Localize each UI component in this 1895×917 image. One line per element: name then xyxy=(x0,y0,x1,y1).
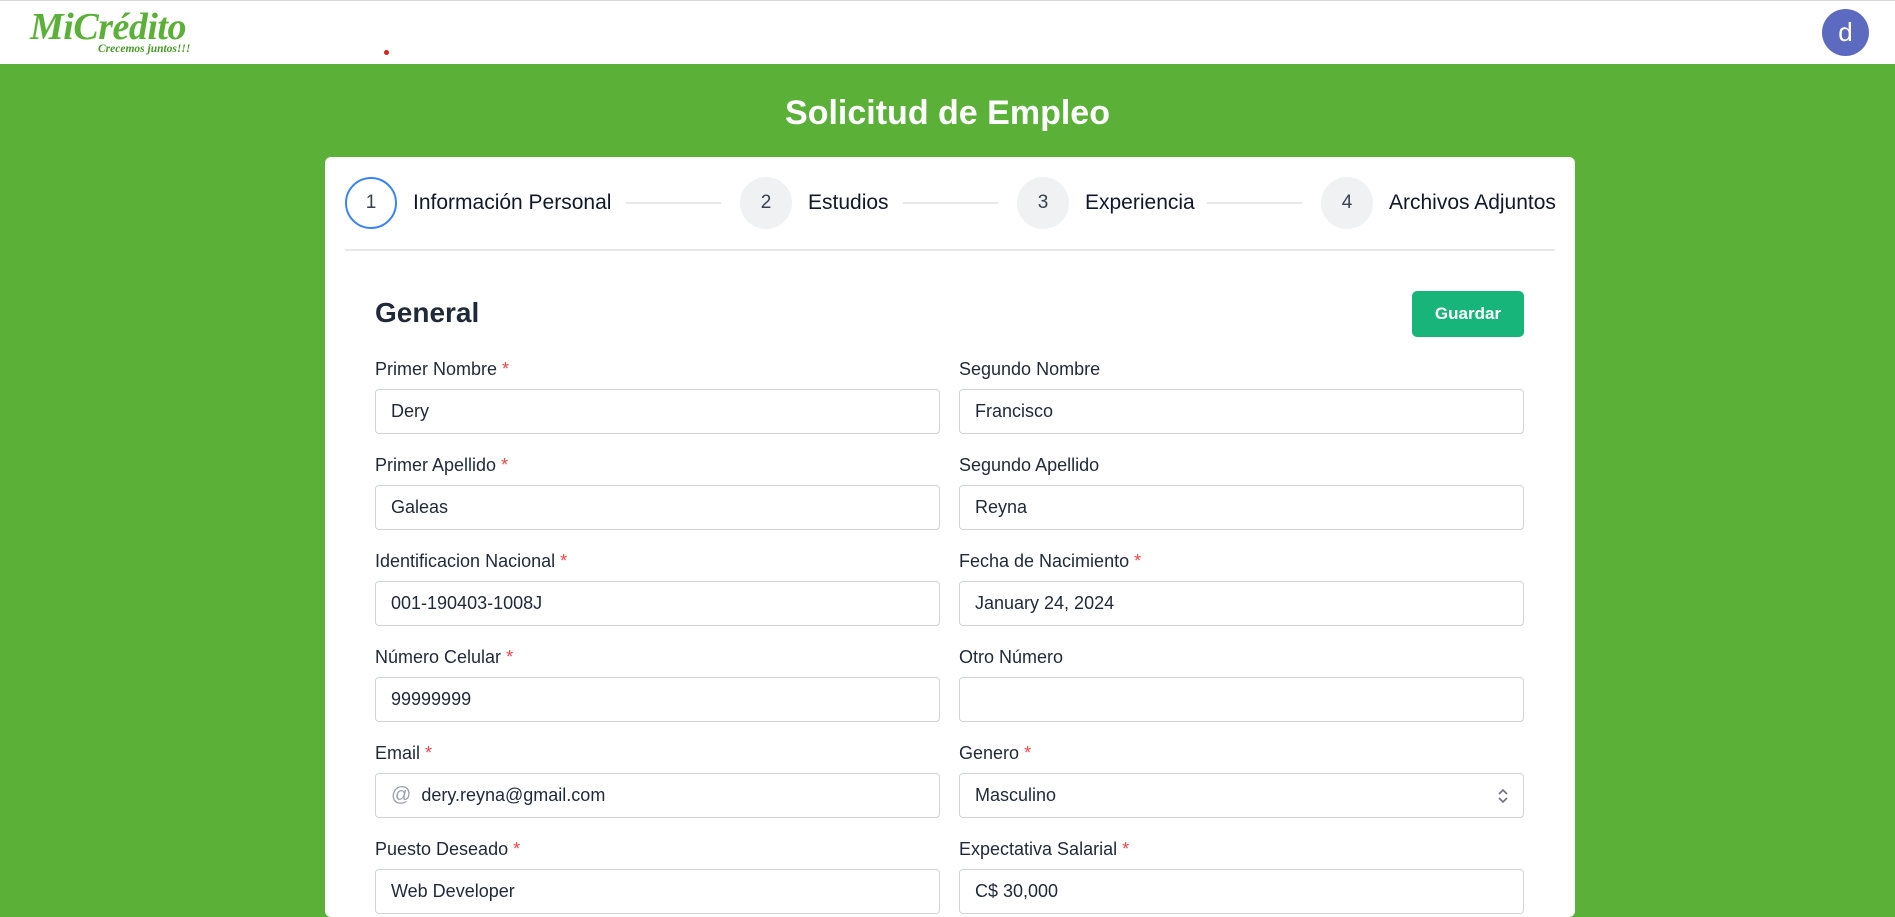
field-expectativa-salarial: Expectativa Salarial * C$ 30,000 xyxy=(959,839,1524,914)
otro-numero-input[interactable] xyxy=(959,677,1524,722)
stepper-divider xyxy=(345,249,1555,251)
field-identificacion: Identificacion Nacional * 001-190403-100… xyxy=(375,551,940,626)
field-numero-celular: Número Celular * 99999999 xyxy=(375,647,940,722)
field-label: Número Celular * xyxy=(375,647,514,667)
field-label: Puesto Deseado * xyxy=(375,839,521,859)
save-button[interactable]: Guardar xyxy=(1412,291,1524,337)
expectativa-salarial-input[interactable]: C$ 30,000 xyxy=(959,869,1524,914)
field-label: Identificacion Nacional * xyxy=(375,551,568,571)
logo-brand: MiCrédito xyxy=(30,6,186,48)
chevron-updown-icon xyxy=(1498,788,1508,804)
logo-tagline: Crecemos juntos!!! xyxy=(98,43,191,55)
field-label: Segundo Apellido xyxy=(959,455,1100,475)
puesto-deseado-input[interactable]: Web Developer xyxy=(375,869,940,914)
field-primer-nombre: Primer Nombre * Dery xyxy=(375,359,940,434)
field-genero: Genero * Masculino xyxy=(959,743,1524,818)
field-label: Email * xyxy=(375,743,433,763)
step-label: Experiencia xyxy=(1085,191,1195,214)
logo[interactable]: MiCrédito Crecemos juntos!!! xyxy=(30,7,220,59)
step-archivos-adjuntos[interactable]: 4 Archivos Adjuntos xyxy=(1321,177,1556,229)
field-label: Otro Número xyxy=(959,647,1064,667)
field-label: Genero * xyxy=(959,743,1032,763)
step-informacion-personal[interactable]: 1 Información Personal xyxy=(345,177,611,229)
segundo-nombre-input[interactable]: Francisco xyxy=(959,389,1524,434)
field-puesto-deseado: Puesto Deseado * Web Developer xyxy=(375,839,940,914)
numero-celular-input[interactable]: 99999999 xyxy=(375,677,940,722)
field-email: Email * @ dery.reyna@gmail.com xyxy=(375,743,940,818)
stepper: 1 Información Personal 2 Estudios 3 Expe… xyxy=(345,177,1556,229)
step-connector xyxy=(1207,202,1302,204)
field-label: Segundo Nombre xyxy=(959,359,1101,379)
page-title: Solicitud de Empleo xyxy=(785,94,1110,132)
section-title: General xyxy=(375,297,480,328)
top-navbar: MiCrédito Crecemos juntos!!! d xyxy=(0,0,1895,64)
step-number: 1 xyxy=(345,177,397,229)
genero-select[interactable]: Masculino xyxy=(959,773,1524,818)
field-primer-apellido: Primer Apellido * Galeas xyxy=(375,455,940,530)
step-experiencia[interactable]: 3 Experiencia xyxy=(1017,177,1195,229)
notification-dot xyxy=(384,50,389,55)
at-icon: @ xyxy=(391,784,412,806)
step-connector xyxy=(903,202,998,204)
step-label: Información Personal xyxy=(413,191,612,214)
field-label: Primer Apellido * xyxy=(375,455,509,475)
avatar[interactable]: d xyxy=(1822,9,1869,56)
primer-apellido-input[interactable]: Galeas xyxy=(375,485,940,530)
identificacion-input[interactable]: 001-190403-1008J xyxy=(375,581,940,626)
field-otro-numero: Otro Número xyxy=(959,647,1524,722)
field-label: Expectativa Salarial * xyxy=(959,839,1130,859)
field-segundo-nombre: Segundo Nombre Francisco xyxy=(959,359,1524,434)
step-label: Estudios xyxy=(808,191,889,214)
segundo-apellido-input[interactable]: Reyna xyxy=(959,485,1524,530)
step-number: 2 xyxy=(740,177,792,229)
step-label: Archivos Adjuntos xyxy=(1389,191,1556,214)
step-estudios[interactable]: 2 Estudios xyxy=(740,177,889,229)
field-segundo-apellido: Segundo Apellido Reyna xyxy=(959,455,1524,530)
application-form-card: 1 Información Personal 2 Estudios 3 Expe… xyxy=(325,157,1575,917)
field-fecha-nacimiento: Fecha de Nacimiento * January 24, 2024 xyxy=(959,551,1524,626)
email-input[interactable]: @ dery.reyna@gmail.com xyxy=(375,773,940,818)
step-number: 3 xyxy=(1017,177,1069,229)
field-label: Fecha de Nacimiento * xyxy=(959,551,1142,571)
fecha-nacimiento-input[interactable]: January 24, 2024 xyxy=(959,581,1524,626)
step-connector xyxy=(626,202,721,204)
field-label: Primer Nombre * xyxy=(375,359,510,379)
step-number: 4 xyxy=(1321,177,1373,229)
primer-nombre-input[interactable]: Dery xyxy=(375,389,940,434)
